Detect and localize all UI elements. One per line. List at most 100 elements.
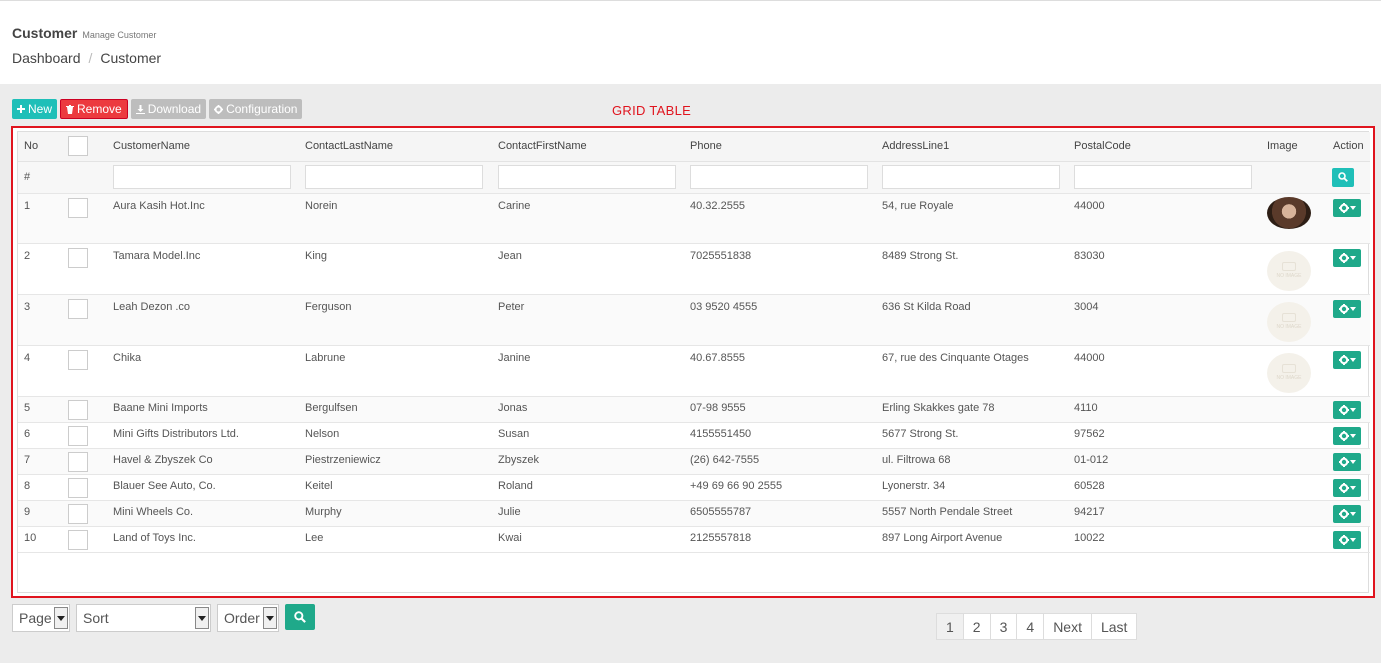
row-action-button[interactable] bbox=[1333, 530, 1361, 549]
gear-icon bbox=[1338, 202, 1349, 213]
cell-address-line1: 5557 North Pendale Street bbox=[876, 500, 1068, 527]
row-action-button[interactable] bbox=[1333, 400, 1361, 419]
row-checkbox[interactable] bbox=[68, 247, 88, 268]
chevron-down-icon bbox=[263, 607, 277, 629]
cell-image: NO IMAGE bbox=[1261, 243, 1327, 295]
no-image-text: NO IMAGE bbox=[1276, 273, 1302, 279]
cell-contact-first-name: Susan bbox=[492, 422, 684, 449]
order-select-value: Order bbox=[224, 610, 260, 626]
cell-contact-first-name: Carine bbox=[492, 193, 684, 244]
cell-address-line1: 67, rue des Cinquante Otages bbox=[876, 345, 1068, 397]
filter-contactlastname-input[interactable] bbox=[305, 165, 483, 189]
row-checkbox[interactable] bbox=[68, 399, 88, 420]
row-checkbox[interactable] bbox=[68, 529, 88, 550]
caret-down-icon bbox=[1349, 205, 1356, 210]
apply-search-button[interactable] bbox=[285, 604, 315, 630]
filter-search-button[interactable] bbox=[1332, 167, 1354, 187]
customer-table: No CustomerName ContactLastName ContactF… bbox=[18, 132, 1370, 553]
cell-postal-code: 4110 bbox=[1068, 396, 1261, 423]
cell-phone: 40.67.8555 bbox=[684, 345, 876, 397]
page-link-2[interactable]: 2 bbox=[962, 613, 991, 640]
row-action-button[interactable] bbox=[1333, 452, 1361, 471]
search-icon bbox=[294, 611, 306, 623]
remove-button-label: Remove bbox=[77, 102, 122, 116]
row-checkbox[interactable] bbox=[68, 451, 88, 472]
row-action-button[interactable] bbox=[1333, 248, 1361, 267]
gear-icon bbox=[1338, 404, 1349, 415]
cell-contact-last-name: Ferguson bbox=[299, 294, 492, 346]
sort-select[interactable]: Sort bbox=[76, 604, 211, 632]
row-checkbox[interactable] bbox=[68, 349, 88, 370]
col-header-postalcode[interactable]: PostalCode bbox=[1068, 132, 1261, 162]
gear-icon bbox=[1338, 354, 1349, 365]
cell-customer-name: Aura Kasih Hot.Inc bbox=[107, 193, 299, 244]
cell-customer-name: Mini Gifts Distributors Ltd. bbox=[107, 422, 299, 449]
breadcrumb-dashboard[interactable]: Dashboard bbox=[12, 50, 81, 66]
table-row: 4 Chika Labrune Janine 40.67.8555 67, rue des… bbox=[18, 345, 1370, 397]
filter-phone-input[interactable] bbox=[690, 165, 868, 189]
cell-address-line1: 54, rue Royale bbox=[876, 193, 1068, 244]
row-action-button[interactable] bbox=[1333, 350, 1361, 369]
gear-icon bbox=[1338, 482, 1349, 493]
page-size-select[interactable]: Page bbox=[12, 604, 70, 632]
row-checkbox[interactable] bbox=[68, 477, 88, 498]
row-checkbox[interactable] bbox=[68, 298, 88, 319]
grid-table-label: GRID TABLE bbox=[612, 103, 692, 118]
col-header-no[interactable]: No bbox=[18, 132, 62, 162]
order-select[interactable]: Order bbox=[217, 604, 279, 632]
camera-icon bbox=[1282, 262, 1296, 271]
cell-address-line1: Lyonerstr. 34 bbox=[876, 474, 1068, 501]
page-link-1[interactable]: 1 bbox=[936, 613, 964, 640]
page-next[interactable]: Next bbox=[1043, 613, 1092, 640]
row-action-button[interactable] bbox=[1333, 426, 1361, 445]
row-action-button[interactable] bbox=[1333, 478, 1361, 497]
cell-contact-last-name: Lee bbox=[299, 526, 492, 553]
cell-postal-code: 60528 bbox=[1068, 474, 1261, 501]
remove-button[interactable]: Remove bbox=[60, 99, 128, 119]
cell-action bbox=[1327, 500, 1370, 527]
filter-addressline1-input[interactable] bbox=[882, 165, 1060, 189]
cell-contact-first-name: Peter bbox=[492, 294, 684, 346]
cell-no: 2 bbox=[18, 243, 62, 295]
row-action-button[interactable] bbox=[1333, 299, 1361, 318]
configuration-button[interactable]: Configuration bbox=[209, 99, 303, 119]
filter-empty bbox=[62, 161, 107, 194]
cell-customer-name: Havel & Zbyszek Co bbox=[107, 448, 299, 475]
cell-image: NO IMAGE bbox=[1261, 345, 1327, 397]
page-link-4[interactable]: 4 bbox=[1016, 613, 1045, 640]
filter-contactfirstname-input[interactable] bbox=[498, 165, 676, 189]
row-checkbox[interactable] bbox=[68, 197, 88, 218]
cell-address-line1: 5677 Strong St. bbox=[876, 422, 1068, 449]
download-button[interactable]: Download bbox=[130, 99, 207, 119]
filter-cell bbox=[492, 161, 684, 194]
caret-down-icon bbox=[1349, 485, 1356, 490]
cell-no: 4 bbox=[18, 345, 62, 397]
cell-action bbox=[1327, 448, 1370, 475]
filter-customername-input[interactable] bbox=[113, 165, 291, 189]
page-link-3[interactable]: 3 bbox=[989, 613, 1018, 640]
table-row: 2 Tamara Model.Inc King Jean 7025551838 8489 … bbox=[18, 243, 1370, 295]
customer-photo bbox=[1267, 196, 1311, 229]
page-last[interactable]: Last bbox=[1090, 613, 1138, 640]
row-action-button[interactable] bbox=[1333, 198, 1361, 217]
col-header-contactlastname[interactable]: ContactLastName bbox=[299, 132, 492, 162]
col-header-phone[interactable]: Phone bbox=[684, 132, 876, 162]
select-all-checkbox[interactable] bbox=[68, 136, 88, 157]
cell-postal-code: 83030 bbox=[1068, 243, 1261, 295]
col-header-contactfirstname[interactable]: ContactFirstName bbox=[492, 132, 684, 162]
row-checkbox[interactable] bbox=[68, 503, 88, 524]
row-action-button[interactable] bbox=[1333, 504, 1361, 523]
new-button-label: New bbox=[28, 102, 53, 116]
col-header-addressline1[interactable]: AddressLine1 bbox=[876, 132, 1068, 162]
cell-phone: +49 69 66 90 2555 bbox=[684, 474, 876, 501]
filter-cell bbox=[107, 161, 299, 194]
new-button[interactable]: New bbox=[12, 99, 58, 119]
table-row: 5 Baane Mini Imports Bergulfsen Jonas 07-98 … bbox=[18, 396, 1370, 423]
col-header-customername[interactable]: CustomerName bbox=[107, 132, 299, 162]
cell-contact-last-name: Piestrzeniewicz bbox=[299, 448, 492, 475]
gear-icon bbox=[1338, 534, 1349, 545]
row-checkbox[interactable] bbox=[68, 425, 88, 446]
col-header-image: Image bbox=[1261, 132, 1327, 162]
filter-postalcode-input[interactable] bbox=[1074, 165, 1252, 189]
table-row: 7 Havel & Zbyszek Co Piestrzeniewicz Zbysze… bbox=[18, 448, 1370, 475]
